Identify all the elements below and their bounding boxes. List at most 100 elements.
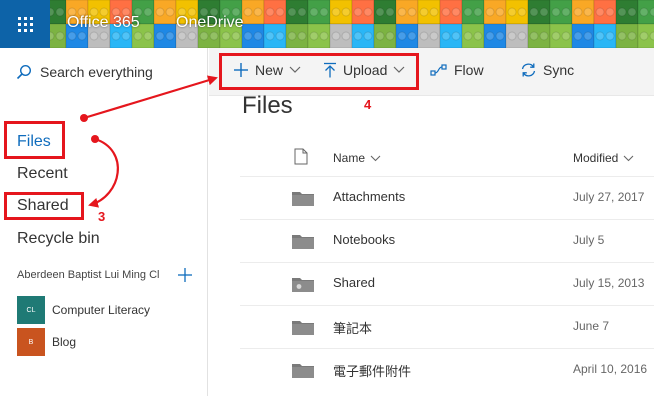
lego-stud: [243, 7, 253, 17]
lego-stud: [319, 7, 329, 17]
lego-stud: [341, 7, 351, 17]
lego-stud: [441, 7, 451, 17]
lego-stud: [253, 7, 263, 17]
lego-stud: [495, 7, 505, 17]
nav-item-recycle-bin[interactable]: Recycle bin: [17, 230, 100, 248]
lego-stud: [397, 7, 407, 17]
lego-stud: [639, 31, 649, 41]
file-modified: July 27, 2017: [573, 190, 645, 204]
lego-stud: [429, 7, 439, 17]
lego-stud: [353, 31, 363, 41]
lego-stud: [275, 31, 285, 41]
site-item-computer-literacy[interactable]: CL Computer Literacy: [17, 296, 150, 324]
page-title: Files: [242, 92, 293, 119]
column-header-name[interactable]: Name: [333, 151, 381, 165]
highlight-box-files: [4, 121, 65, 159]
lego-stud: [529, 31, 539, 41]
file-row[interactable]: Notebooks July 5: [240, 219, 654, 262]
column-modified-label: Modified: [573, 151, 619, 165]
lego-stud: [67, 31, 77, 41]
lego-stud: [253, 31, 263, 41]
lego-stud: [353, 7, 363, 17]
file-row[interactable]: Shared July 15, 2013: [240, 262, 654, 305]
lego-stud: [177, 31, 187, 41]
lego-stud: [375, 7, 385, 17]
lego-stud: [463, 31, 473, 41]
lego-stud: [221, 31, 231, 41]
lego-stud: [485, 31, 495, 41]
column-name-label: Name: [333, 151, 366, 165]
lego-stud: [397, 31, 407, 41]
lego-stud: [627, 31, 637, 41]
sync-button[interactable]: Sync: [520, 62, 580, 78]
file-modified: July 15, 2013: [573, 276, 645, 290]
lego-stud: [187, 31, 197, 41]
lego-stud: [363, 7, 373, 17]
lego-stud: [143, 7, 153, 17]
lego-stud: [573, 31, 583, 41]
file-name[interactable]: Notebooks: [333, 232, 395, 247]
flow-button[interactable]: Flow: [430, 62, 490, 78]
column-header-modified[interactable]: Modified: [573, 151, 634, 165]
lego-stud: [407, 31, 417, 41]
lego-stud: [627, 7, 637, 17]
suite-name[interactable]: Office 365: [67, 14, 140, 32]
chevron-down-icon: [623, 155, 634, 161]
folder-icon: [292, 362, 314, 383]
site-item-blog[interactable]: B Blog: [17, 328, 76, 356]
nav-item-recent[interactable]: Recent: [17, 165, 68, 183]
file-row[interactable]: 電子郵件附件 April 10, 2016: [240, 348, 654, 391]
lego-stud: [319, 31, 329, 41]
app-launcher-button[interactable]: [0, 0, 50, 48]
file-row[interactable]: Attachments July 27, 2017: [240, 176, 654, 219]
lego-stud: [77, 31, 87, 41]
sync-icon: [521, 63, 536, 77]
lego-stud: [507, 7, 517, 17]
plus-icon[interactable]: [177, 267, 193, 288]
shared-folder-icon: [292, 276, 314, 297]
lego-stud: [561, 31, 571, 41]
file-type-icon[interactable]: [294, 148, 308, 170]
file-row[interactable]: 筆記本 June 7: [240, 305, 654, 348]
lego-stud: [331, 31, 341, 41]
file-name[interactable]: 電子郵件附件: [333, 361, 411, 380]
lego-stud: [419, 31, 429, 41]
lego-stud: [407, 7, 417, 17]
lego-stud: [99, 31, 109, 41]
lego-stud: [155, 7, 165, 17]
lego-stud: [473, 31, 483, 41]
lego-stud: [551, 7, 561, 17]
lego-stud: [517, 31, 527, 41]
lego-stud: [165, 31, 175, 41]
lego-stud: [385, 7, 395, 17]
lego-stud: [573, 7, 583, 17]
lego-stud: [605, 31, 615, 41]
file-name[interactable]: Attachments: [333, 189, 405, 204]
lego-stud: [363, 31, 373, 41]
lego-stud: [111, 31, 121, 41]
lego-stud: [419, 7, 429, 17]
lego-stud: [287, 7, 297, 17]
flow-label: Flow: [454, 62, 484, 78]
lego-stud: [617, 31, 627, 41]
search-placeholder: Search everything: [40, 64, 153, 80]
search-box[interactable]: Search everything: [16, 60, 153, 84]
file-name[interactable]: Shared: [333, 275, 375, 290]
lego-stud: [539, 31, 549, 41]
sites-group-label: Aberdeen Baptist Lui Ming Cl: [17, 269, 160, 281]
file-name[interactable]: 筆記本: [333, 318, 372, 337]
file-modified: June 7: [573, 319, 610, 333]
lego-stud: [485, 7, 495, 17]
lego-stud: [561, 7, 571, 17]
sync-label: Sync: [543, 62, 575, 78]
lego-stud: [517, 7, 527, 17]
lego-stud: [143, 31, 153, 41]
app-name[interactable]: OneDrive: [176, 14, 244, 32]
lego-stud: [617, 7, 627, 17]
lego-stud: [275, 7, 285, 17]
lego-stud: [595, 7, 605, 17]
lego-stud: [539, 7, 549, 17]
waffle-grid-icon: [17, 16, 33, 32]
highlight-box-shared: [4, 192, 84, 220]
lego-stud: [265, 31, 275, 41]
